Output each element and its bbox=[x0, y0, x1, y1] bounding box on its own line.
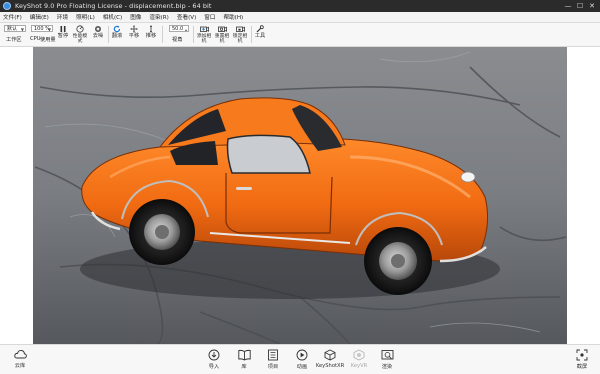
field-of-view-input[interactable]: 50.0 ▴ bbox=[169, 25, 189, 32]
window-controls: — ☐ ✕ bbox=[562, 0, 598, 12]
fov-label: 视角 bbox=[172, 37, 183, 43]
add-camera-button[interactable]: 添加相机 bbox=[196, 23, 212, 46]
menu-camera[interactable]: 相机(C) bbox=[100, 13, 127, 21]
keyshotxr-label: KeyShotXR bbox=[315, 363, 345, 369]
reset-camera-icon bbox=[217, 24, 227, 34]
close-button[interactable]: ✕ bbox=[586, 0, 598, 12]
import-button[interactable]: 导入 bbox=[202, 349, 226, 370]
keyvr-button[interactable]: KeyVR bbox=[347, 349, 371, 369]
menu-view[interactable]: 查看(V) bbox=[174, 13, 201, 21]
chevron-down-icon: ▼ bbox=[20, 27, 24, 32]
reset-camera-label: 重置相机 bbox=[214, 34, 230, 44]
performance-icon bbox=[76, 24, 84, 34]
screenshot-label: 截屏 bbox=[576, 364, 588, 370]
menu-image[interactable]: 图像 bbox=[127, 13, 146, 21]
keyshot-logo-icon bbox=[3, 2, 11, 10]
workspace-select[interactable]: 默认 ▼ bbox=[4, 25, 26, 32]
import-label: 导入 bbox=[208, 364, 220, 370]
render-label: 渲染 bbox=[381, 364, 393, 370]
tools-label: 工具 bbox=[254, 33, 266, 39]
headlight bbox=[460, 171, 476, 183]
play-icon bbox=[296, 349, 308, 361]
menu-edit[interactable]: 编辑(E) bbox=[27, 13, 54, 21]
door-handle bbox=[236, 187, 252, 190]
maximize-button[interactable]: ☐ bbox=[574, 0, 586, 12]
cloud-library-label: 云库 bbox=[14, 363, 26, 369]
book-icon bbox=[237, 349, 251, 361]
pan-button[interactable]: 平移 bbox=[127, 23, 141, 46]
workspace-select-value: 默认 bbox=[7, 26, 18, 32]
add-camera-label: 添加相机 bbox=[196, 34, 212, 44]
screenshot-button[interactable]: 截屏 bbox=[570, 349, 594, 370]
cpu-usage-select[interactable]: 100 % ▼ bbox=[31, 25, 53, 32]
pause-label: 暂停 bbox=[57, 33, 69, 39]
reset-camera-button[interactable]: 重置相机 bbox=[214, 23, 230, 46]
keyshotxr-button[interactable]: KeyShotXR bbox=[315, 349, 345, 369]
keyvr-label: KeyVR bbox=[350, 363, 368, 369]
toolbar-divider bbox=[251, 26, 252, 43]
menu-lighting[interactable]: 照明(L) bbox=[73, 13, 100, 21]
menu-environment[interactable]: 环境 bbox=[54, 13, 73, 21]
tumble-button[interactable]: 翻滚 bbox=[110, 23, 124, 46]
vr-headset-icon bbox=[353, 349, 365, 361]
screenshot-icon bbox=[576, 349, 588, 361]
cloud-icon bbox=[13, 350, 27, 359]
project-list-icon bbox=[268, 349, 278, 361]
tools-button[interactable]: 工具 bbox=[253, 23, 267, 46]
library-button[interactable]: 库 bbox=[232, 349, 256, 370]
animation-button[interactable]: 动画 bbox=[290, 349, 314, 370]
toolbar-divider bbox=[108, 26, 109, 43]
lock-camera-label: 锁定相机 bbox=[232, 34, 248, 44]
toolbar-divider bbox=[162, 26, 163, 43]
menu-file[interactable]: 文件(F) bbox=[0, 13, 27, 21]
ribbon-toolbar: 默认 ▼ 工作区 CPU 100 % ▼ 使用量 暂停 性能模式 去噪 翻滚 平移 bbox=[0, 23, 600, 47]
denoise-label: 去噪 bbox=[92, 33, 104, 39]
render-button[interactable]: 渲染 bbox=[375, 349, 399, 370]
lock-camera-button[interactable]: 锁定相机 bbox=[232, 23, 248, 46]
pan-label: 平移 bbox=[128, 33, 140, 39]
menu-window[interactable]: 窗口 bbox=[201, 13, 220, 21]
window-title: KeyShot 9.0 Pro Floating License - displ… bbox=[15, 2, 212, 10]
minimize-button[interactable]: — bbox=[562, 0, 574, 12]
tumble-label: 翻滚 bbox=[111, 33, 123, 39]
render-viewport[interactable] bbox=[0, 47, 600, 344]
pause-button[interactable]: 暂停 bbox=[56, 23, 70, 46]
fov-value: 50.0 bbox=[172, 26, 184, 32]
performance-mode-button[interactable]: 性能模式 bbox=[72, 23, 88, 46]
menu-render[interactable]: 渲染(R) bbox=[146, 13, 173, 21]
menu-bar: 文件(F) 编辑(E) 环境 照明(L) 相机(C) 图像 渲染(R) 查看(V… bbox=[0, 12, 600, 23]
cube-icon bbox=[324, 349, 336, 361]
workspace-label: 工作区 bbox=[6, 37, 22, 43]
bottom-toolbar: 云库 导入 库 项目 动画 KeyShotXR KeyVR 渲染 截屏 bbox=[0, 344, 600, 374]
lock-camera-icon bbox=[235, 24, 245, 34]
performance-mode-label: 性能模式 bbox=[72, 34, 88, 44]
animation-label: 动画 bbox=[296, 364, 308, 370]
toolbar-divider bbox=[193, 26, 194, 43]
cpu-usage-label: 使用量 bbox=[40, 37, 56, 43]
add-camera-icon bbox=[199, 24, 209, 34]
library-label: 库 bbox=[241, 364, 247, 370]
rendered-scene bbox=[33, 47, 567, 344]
spinner-icon: ▴ bbox=[184, 27, 187, 32]
title-bar: KeyShot 9.0 Pro Floating License - displ… bbox=[0, 0, 600, 12]
import-icon bbox=[208, 349, 220, 361]
project-label: 项目 bbox=[267, 364, 279, 370]
cpu-label: CPU bbox=[30, 36, 41, 42]
render-icon bbox=[381, 350, 393, 360]
chevron-down-icon: ▼ bbox=[47, 27, 51, 32]
dolly-label: 推移 bbox=[145, 33, 157, 39]
denoise-button[interactable]: 去噪 bbox=[91, 23, 105, 46]
menu-help[interactable]: 帮助(H) bbox=[220, 13, 248, 21]
cloud-library-button[interactable]: 云库 bbox=[8, 349, 32, 369]
dolly-button[interactable]: 推移 bbox=[144, 23, 158, 46]
project-button[interactable]: 项目 bbox=[261, 349, 285, 370]
